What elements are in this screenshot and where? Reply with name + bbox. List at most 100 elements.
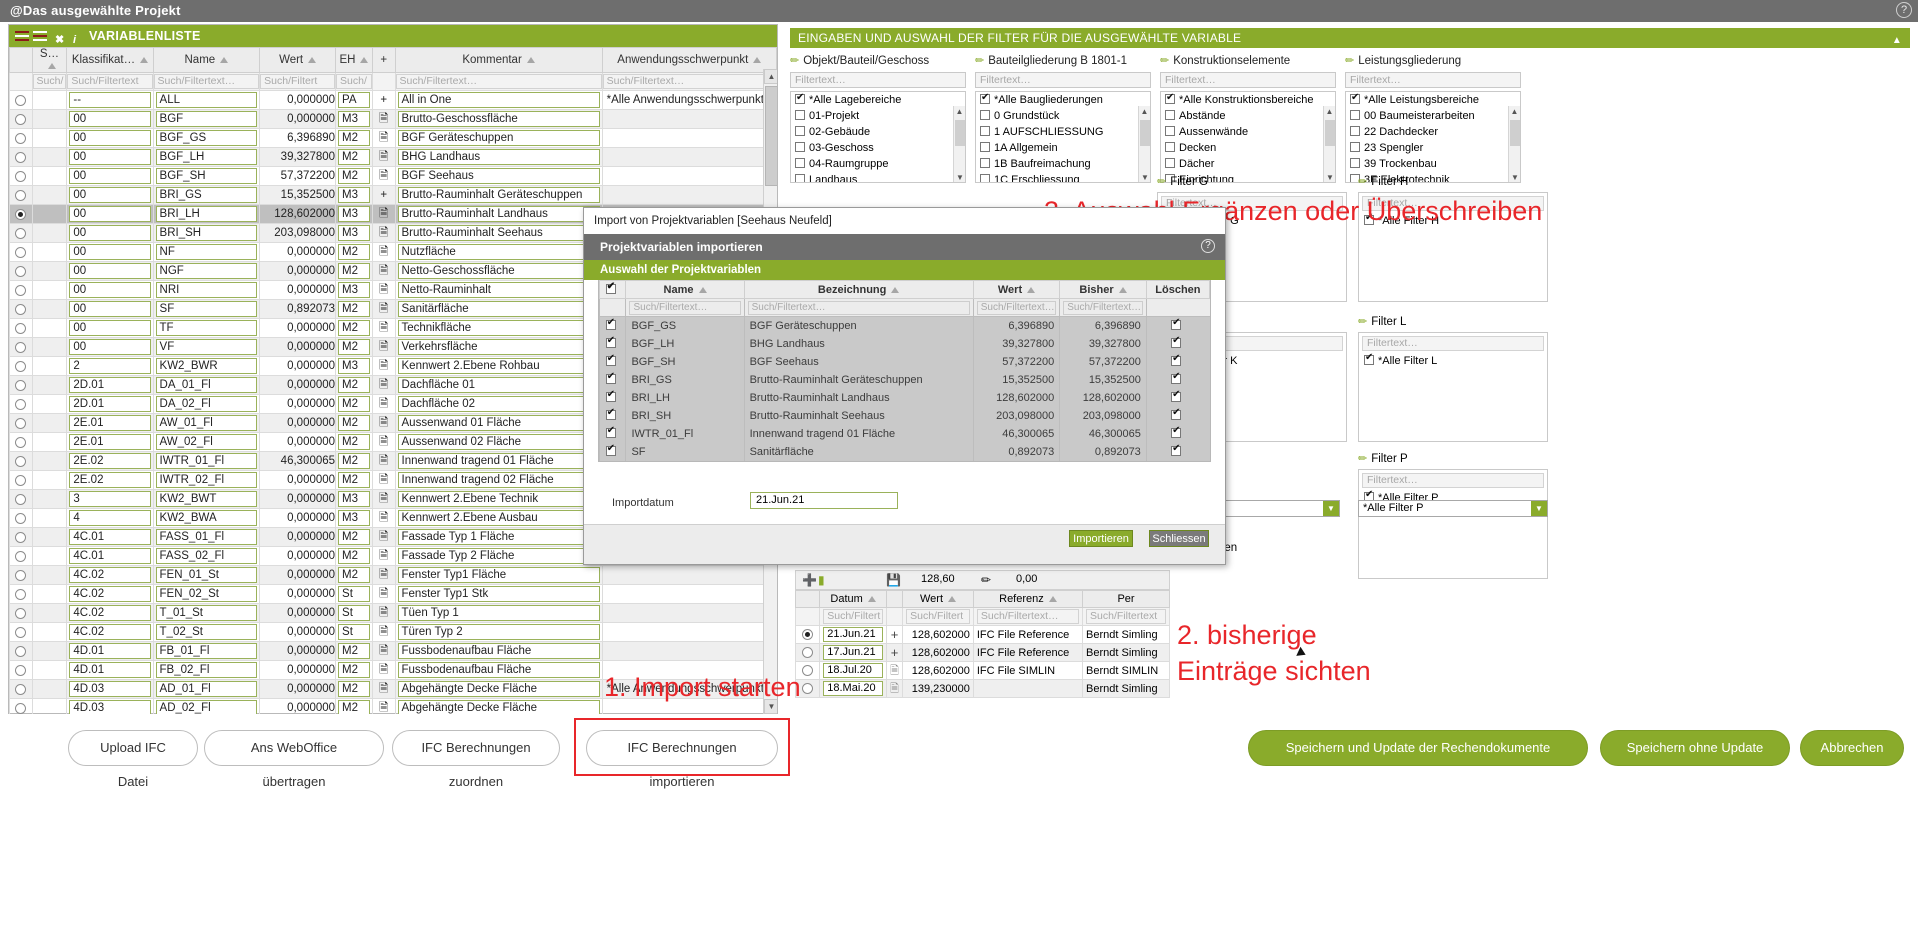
cell-eh[interactable]: M3 [335,109,373,129]
eh-value[interactable]: M2 [338,320,370,336]
row-select-cell[interactable] [9,337,33,357]
cell-kommentar[interactable]: BHG Landhaus [394,147,603,167]
import-row[interactable]: BRI_SHBrutto-Rauminhalt Seehaus203,09800… [598,406,1210,425]
filter-list-scrollbar[interactable]: ▲ ▼ [1508,106,1520,182]
filter-cell-s[interactable]: Such/ [31,72,68,91]
klassifikation-value[interactable]: 4D.03 [69,681,151,697]
cell-name[interactable]: BRI_LH [152,204,261,224]
document-icon[interactable]: 🗎 [371,565,396,585]
filter-list-scrollbar[interactable]: ▲ ▼ [953,106,965,182]
eh-value[interactable]: M2 [338,643,370,659]
import-loeschen-cell[interactable] [1145,388,1210,407]
pencil-icon[interactable]: ✏ [1358,176,1367,188]
row-select-cell[interactable] [9,394,33,414]
name-value[interactable]: IWTR_02_Fl [155,472,258,488]
table-row[interactable]: 00 BRI_GS 15,352500 M3 + Brutto-Rauminhalt Ge… [9,185,777,205]
cell-name[interactable]: FEN_02_St [152,584,261,604]
timeline-radio[interactable] [802,683,814,694]
row-select-cell[interactable] [9,128,33,148]
sort-asc-icon[interactable] [698,286,707,293]
eh-value[interactable]: M3 [338,187,370,203]
name-value[interactable]: BGF_SH [155,168,258,184]
checkbox-icon[interactable] [1165,92,1175,105]
document-icon[interactable]: 🗎 [371,223,396,243]
th-imp-wert[interactable]: Wert [972,280,1061,299]
sort-asc-icon[interactable] [308,56,317,63]
filter-option-list[interactable]: *Alle Leistungsbereiche00 Baumeisterarbe… [1345,91,1521,183]
filter-option[interactable]: 01-Projekt [791,108,965,124]
cell-name[interactable]: BRI_GS [152,185,261,205]
klassifikation-value[interactable]: 00 [69,339,151,355]
imp-filter-name[interactable]: Such/Filtertext… [625,298,745,317]
eh-value[interactable]: M2 [338,434,370,450]
row-select-cell[interactable] [9,166,33,186]
row-select-cell[interactable] [9,223,33,243]
name-value[interactable]: NGF [155,263,258,279]
name-value[interactable]: IWTR_01_Fl [155,453,258,469]
name-value[interactable]: BGF_GS [155,130,258,146]
kommentar-value[interactable]: All in One [397,92,600,108]
tl-filter-input-referenz[interactable]: Such/Filtertext… [976,609,1080,624]
cell-name[interactable]: AD_01_Fl [152,679,261,699]
sort-asc-icon[interactable] [140,56,149,63]
kommentar-value[interactable]: Fassade Typ 2 Fläche [397,548,600,564]
row-select-cell[interactable] [9,204,33,224]
klassifikation-value[interactable]: 2D.01 [69,377,151,393]
row-radio[interactable] [15,664,27,676]
checkbox-icon[interactable] [1350,158,1360,168]
cell-klassifikation[interactable]: 2E.01 [66,432,154,452]
kommentar-value[interactable]: Türen Typ 2 [397,624,600,640]
klassifikation-value[interactable]: 4C.01 [69,529,151,545]
tl-filter-referenz[interactable]: Such/Filtertext… [972,607,1084,626]
cell-eh[interactable]: M3 [335,508,373,528]
document-icon[interactable]: 🗎 [885,679,904,698]
kommentar-value[interactable]: BGF Seehaus [397,168,600,184]
select-all-checkbox[interactable] [605,281,616,294]
sort-asc-icon[interactable] [47,62,56,69]
pencil-icon[interactable]: ✏ [1157,176,1166,188]
row-select-cell[interactable] [9,603,33,623]
cell-name[interactable]: IWTR_01_Fl [152,451,261,471]
filter-list-scrollbar[interactable]: ▲ ▼ [1138,106,1150,182]
imp-filter-input-bezeichnung[interactable]: Such/Filtertext… [747,300,970,315]
checkbox-icon[interactable] [605,371,616,384]
cell-name[interactable]: DA_01_Fl [152,375,261,395]
filter-option[interactable]: 02-Gebäude [791,124,965,140]
th-klassifikation[interactable]: Klassifikat… [66,47,154,73]
scrollbar-thumb[interactable] [1140,120,1150,146]
filter-option[interactable]: 0 Grundstück [976,108,1150,124]
klassifikation-value[interactable]: 2E.01 [69,415,151,431]
name-value[interactable]: BRI_SH [155,225,258,241]
cell-name[interactable]: FASS_01_Fl [152,527,261,547]
cell-klassifikation[interactable]: -- [66,90,154,110]
klassifikation-value[interactable]: 2E.01 [69,434,151,450]
row-select-cell[interactable] [9,660,33,680]
eh-value[interactable]: M2 [338,168,370,184]
filter-option[interactable]: *Alle Konstruktionsbereiche [1161,92,1335,108]
cell-klassifikation[interactable]: 00 [66,166,154,186]
row-radio[interactable] [15,417,27,429]
cell-kommentar[interactable]: Dachfläche 01 [394,375,603,395]
import-loeschen-cell[interactable] [1145,352,1210,371]
timeline-datum-value[interactable]: 21.Jun.21 [823,627,883,642]
document-icon[interactable]: 🗎 [371,451,396,471]
row-select-cell[interactable] [9,280,33,300]
import-button[interactable]: Importieren [1069,530,1133,547]
filter-option[interactable]: 00 Baumeisterarbeiten [1346,108,1520,124]
row-radio[interactable] [15,436,27,448]
document-icon[interactable]: 🗎 [371,622,396,642]
klassifikation-value[interactable]: 3 [69,491,151,507]
row-radio[interactable] [15,94,27,106]
cell-kommentar[interactable]: Abgehängte Decke Fläche [394,698,603,714]
cell-klassifikation[interactable]: 00 [66,242,154,262]
cell-kommentar[interactable]: Netto-Rauminhalt [394,280,603,300]
kommentar-value[interactable]: Fussbodenaufbau Fläche [397,643,600,659]
filter-option[interactable]: 1A Allgemein [976,140,1150,156]
row-select-cell[interactable] [9,527,33,547]
ifc-assign-button[interactable]: IFC Berechnungen zuordnen [392,730,560,789]
cell-kommentar[interactable]: Brutto-Geschossfläche [394,109,603,129]
kommentar-value[interactable]: Netto-Geschossfläche [397,263,600,279]
timeline-datum-value[interactable]: 18.Jul.20 [823,663,883,678]
sort-asc-icon[interactable] [948,596,957,603]
row-select-cell[interactable] [9,432,33,452]
